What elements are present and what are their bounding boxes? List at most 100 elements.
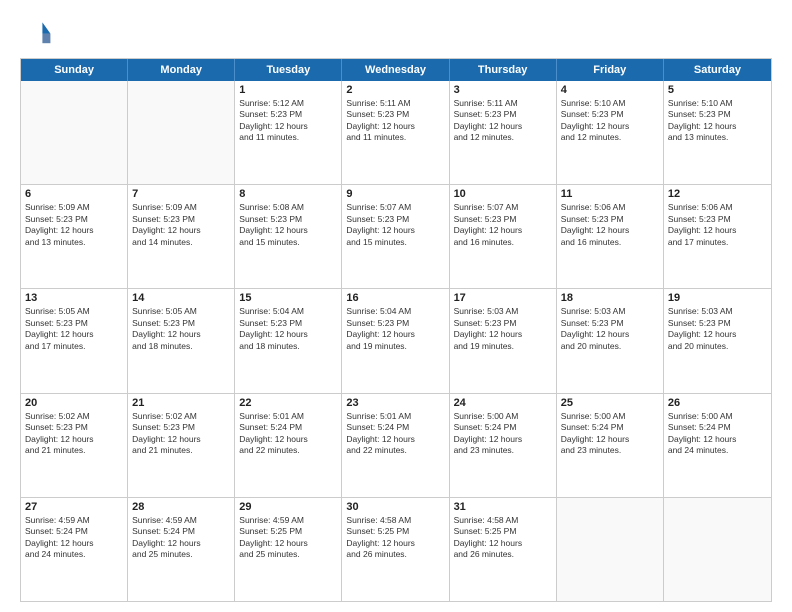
day-info: Sunrise: 5:01 AM Sunset: 5:24 PM Dayligh…	[346, 411, 444, 457]
weekday-header-sunday: Sunday	[21, 59, 128, 81]
day-cell-2: 2 Sunrise: 5:11 AM Sunset: 5:23 PM Daylig…	[342, 81, 449, 184]
day-number: 17	[454, 292, 552, 304]
day-cell-27: 27Sunrise: 4:59 AM Sunset: 5:24 PM Dayli…	[21, 498, 128, 601]
day-cell-1: 1 Sunrise: 5:12 AM Sunset: 5:23 PM Daylig…	[235, 81, 342, 184]
day-info: Sunrise: 5:02 AM Sunset: 5:23 PM Dayligh…	[132, 411, 230, 457]
day-info: Sunrise: 5:06 AM Sunset: 5:23 PM Dayligh…	[561, 202, 659, 248]
day-number: 1	[239, 84, 337, 96]
day-info: Sunrise: 5:04 AM Sunset: 5:23 PM Dayligh…	[346, 306, 444, 352]
day-number: 21	[132, 397, 230, 409]
logo-icon	[20, 16, 52, 48]
day-info: Sunrise: 5:09 AM Sunset: 5:23 PM Dayligh…	[25, 202, 123, 248]
day-cell-9: 9 Sunrise: 5:07 AM Sunset: 5:23 PM Daylig…	[342, 185, 449, 288]
day-number: 16	[346, 292, 444, 304]
day-cell-12: 12 Sunrise: 5:06 AM Sunset: 5:23 PM Dayli…	[664, 185, 771, 288]
day-cell-7: 7 Sunrise: 5:09 AM Sunset: 5:23 PM Daylig…	[128, 185, 235, 288]
day-info: Sunrise: 5:11 AM Sunset: 5:23 PM Dayligh…	[346, 98, 444, 144]
day-number: 6	[25, 188, 123, 200]
day-number: 9	[346, 188, 444, 200]
day-info: Sunrise: 5:09 AM Sunset: 5:23 PM Dayligh…	[132, 202, 230, 248]
day-cell-26: 26Sunrise: 5:00 AM Sunset: 5:24 PM Dayli…	[664, 394, 771, 497]
day-info: Sunrise: 5:02 AM Sunset: 5:23 PM Dayligh…	[25, 411, 123, 457]
empty-cell	[128, 81, 235, 184]
day-cell-14: 14Sunrise: 5:05 AM Sunset: 5:23 PM Dayli…	[128, 289, 235, 392]
day-info: Sunrise: 5:03 AM Sunset: 5:23 PM Dayligh…	[668, 306, 767, 352]
day-number: 7	[132, 188, 230, 200]
day-number: 2	[346, 84, 444, 96]
day-info: Sunrise: 5:06 AM Sunset: 5:23 PM Dayligh…	[668, 202, 767, 248]
day-number: 28	[132, 501, 230, 513]
day-cell-30: 30Sunrise: 4:58 AM Sunset: 5:25 PM Dayli…	[342, 498, 449, 601]
day-number: 5	[668, 84, 767, 96]
day-cell-28: 28 Sunrise: 4:59 AM Sunset: 5:24 PM Dayli…	[128, 498, 235, 601]
day-number: 3	[454, 84, 552, 96]
weekday-header-wednesday: Wednesday	[342, 59, 449, 81]
day-info: Sunrise: 4:59 AM Sunset: 5:24 PM Dayligh…	[132, 515, 230, 561]
day-info: Sunrise: 5:07 AM Sunset: 5:23 PM Dayligh…	[454, 202, 552, 248]
day-info: Sunrise: 5:00 AM Sunset: 5:24 PM Dayligh…	[561, 411, 659, 457]
calendar-row-5: 27Sunrise: 4:59 AM Sunset: 5:24 PM Dayli…	[21, 498, 771, 601]
day-number: 22	[239, 397, 337, 409]
header	[20, 16, 772, 48]
day-number: 20	[25, 397, 123, 409]
day-cell-10: 10 Sunrise: 5:07 AM Sunset: 5:23 PM Dayli…	[450, 185, 557, 288]
day-number: 24	[454, 397, 552, 409]
day-info: Sunrise: 5:10 AM Sunset: 5:23 PM Dayligh…	[561, 98, 659, 144]
calendar-row-1: 1 Sunrise: 5:12 AM Sunset: 5:23 PM Daylig…	[21, 81, 771, 185]
day-number: 23	[346, 397, 444, 409]
calendar-header: SundayMondayTuesdayWednesdayThursdayFrid…	[21, 59, 771, 81]
day-info: Sunrise: 5:00 AM Sunset: 5:24 PM Dayligh…	[668, 411, 767, 457]
calendar-row-3: 13Sunrise: 5:05 AM Sunset: 5:23 PM Dayli…	[21, 289, 771, 393]
day-cell-25: 25 Sunrise: 5:00 AM Sunset: 5:24 PM Dayli…	[557, 394, 664, 497]
page: SundayMondayTuesdayWednesdayThursdayFrid…	[0, 0, 792, 612]
day-number: 10	[454, 188, 552, 200]
day-info: Sunrise: 5:12 AM Sunset: 5:23 PM Dayligh…	[239, 98, 337, 144]
day-number: 4	[561, 84, 659, 96]
day-number: 25	[561, 397, 659, 409]
day-number: 19	[668, 292, 767, 304]
calendar: SundayMondayTuesdayWednesdayThursdayFrid…	[20, 58, 772, 602]
weekday-header-friday: Friday	[557, 59, 664, 81]
day-cell-29: 29Sunrise: 4:59 AM Sunset: 5:25 PM Dayli…	[235, 498, 342, 601]
day-info: Sunrise: 5:07 AM Sunset: 5:23 PM Dayligh…	[346, 202, 444, 248]
day-cell-18: 18Sunrise: 5:03 AM Sunset: 5:23 PM Dayli…	[557, 289, 664, 392]
day-info: Sunrise: 5:00 AM Sunset: 5:24 PM Dayligh…	[454, 411, 552, 457]
day-cell-19: 19 Sunrise: 5:03 AM Sunset: 5:23 PM Dayli…	[664, 289, 771, 392]
day-info: Sunrise: 5:08 AM Sunset: 5:23 PM Dayligh…	[239, 202, 337, 248]
day-cell-3: 3Sunrise: 5:11 AM Sunset: 5:23 PM Daylig…	[450, 81, 557, 184]
day-number: 15	[239, 292, 337, 304]
empty-cell	[21, 81, 128, 184]
weekday-header-thursday: Thursday	[450, 59, 557, 81]
calendar-body: 1 Sunrise: 5:12 AM Sunset: 5:23 PM Daylig…	[21, 81, 771, 601]
calendar-row-2: 6 Sunrise: 5:09 AM Sunset: 5:23 PM Daylig…	[21, 185, 771, 289]
day-cell-22: 22Sunrise: 5:01 AM Sunset: 5:24 PM Dayli…	[235, 394, 342, 497]
day-number: 12	[668, 188, 767, 200]
weekday-header-monday: Monday	[128, 59, 235, 81]
logo	[20, 16, 56, 48]
day-cell-5: 5 Sunrise: 5:10 AM Sunset: 5:23 PM Daylig…	[664, 81, 771, 184]
day-number: 30	[346, 501, 444, 513]
day-cell-4: 4 Sunrise: 5:10 AM Sunset: 5:23 PM Daylig…	[557, 81, 664, 184]
day-info: Sunrise: 4:58 AM Sunset: 5:25 PM Dayligh…	[454, 515, 552, 561]
day-cell-16: 16 Sunrise: 5:04 AM Sunset: 5:23 PM Dayli…	[342, 289, 449, 392]
day-cell-21: 21 Sunrise: 5:02 AM Sunset: 5:23 PM Dayli…	[128, 394, 235, 497]
weekday-header-saturday: Saturday	[664, 59, 771, 81]
day-cell-31: 31 Sunrise: 4:58 AM Sunset: 5:25 PM Dayli…	[450, 498, 557, 601]
day-cell-20: 20 Sunrise: 5:02 AM Sunset: 5:23 PM Dayli…	[21, 394, 128, 497]
empty-cell	[664, 498, 771, 601]
day-number: 8	[239, 188, 337, 200]
day-info: Sunrise: 5:10 AM Sunset: 5:23 PM Dayligh…	[668, 98, 767, 144]
day-number: 18	[561, 292, 659, 304]
day-cell-11: 11 Sunrise: 5:06 AM Sunset: 5:23 PM Dayli…	[557, 185, 664, 288]
day-number: 31	[454, 501, 552, 513]
day-info: Sunrise: 5:05 AM Sunset: 5:23 PM Dayligh…	[25, 306, 123, 352]
day-cell-23: 23 Sunrise: 5:01 AM Sunset: 5:24 PM Dayli…	[342, 394, 449, 497]
day-number: 14	[132, 292, 230, 304]
day-info: Sunrise: 5:04 AM Sunset: 5:23 PM Dayligh…	[239, 306, 337, 352]
day-cell-17: 17 Sunrise: 5:03 AM Sunset: 5:23 PM Dayli…	[450, 289, 557, 392]
day-number: 11	[561, 188, 659, 200]
day-info: Sunrise: 5:03 AM Sunset: 5:23 PM Dayligh…	[454, 306, 552, 352]
weekday-header-tuesday: Tuesday	[235, 59, 342, 81]
calendar-row-4: 20 Sunrise: 5:02 AM Sunset: 5:23 PM Dayli…	[21, 394, 771, 498]
day-number: 29	[239, 501, 337, 513]
